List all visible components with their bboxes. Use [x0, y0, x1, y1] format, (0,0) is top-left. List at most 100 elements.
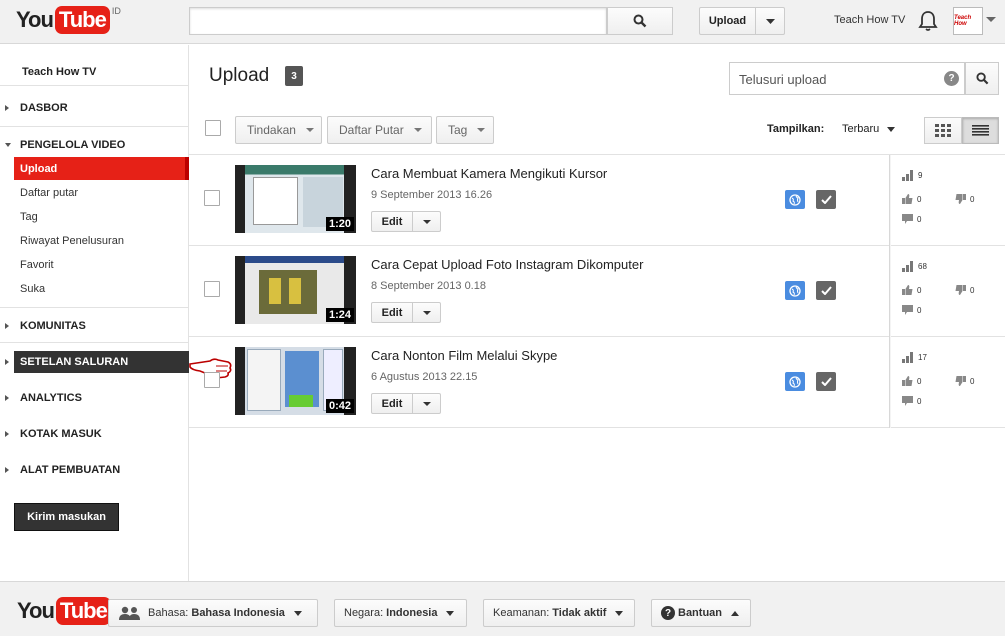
dislikes-count: 0 [970, 376, 975, 386]
video-thumbnail[interactable]: 1:20 [235, 165, 356, 233]
sidebar-divider [0, 126, 189, 127]
avatar[interactable]: Teach How [953, 7, 983, 35]
upload-dropdown-toggle[interactable] [756, 8, 784, 34]
help-icon[interactable]: ? [944, 71, 959, 86]
youtube-logo[interactable]: You Tube ID [16, 5, 121, 35]
tag-dropdown[interactable]: Tag [436, 116, 494, 144]
video-checkbox[interactable] [204, 281, 220, 297]
video-duration: 1:20 [325, 217, 354, 231]
select-all-checkbox[interactable] [205, 120, 221, 136]
search-input[interactable] [189, 7, 607, 35]
sidebar-item-channel-settings-label[interactable]: SETELAN SALURAN [14, 351, 189, 373]
search-icon [975, 72, 988, 85]
video-row: 0:42 Cara Nonton Film Melalui Skype 6 Ag… [189, 337, 1005, 428]
search-uploads-button[interactable] [965, 62, 999, 95]
footer-youtube-logo[interactable]: You Tube [17, 597, 111, 625]
sidebar-item-label: ALAT PEMBUATAN [20, 464, 121, 476]
views-count: 9 [918, 171, 923, 180]
sidebar-item-label: DASBOR [20, 102, 68, 114]
account-chevron-icon[interactable] [986, 17, 996, 22]
public-globe-icon[interactable] [785, 372, 805, 391]
comment-icon [902, 305, 913, 315]
video-title[interactable]: Cara Membuat Kamera Mengikuti Kursor [371, 166, 607, 181]
video-title[interactable]: Cara Cepat Upload Foto Instagram Dikompu… [371, 257, 643, 272]
public-globe-icon[interactable] [785, 190, 805, 209]
sidebar-item-creation-tools[interactable]: ALAT PEMBUATAN [0, 459, 189, 481]
edit-button[interactable]: Edit [371, 393, 441, 414]
video-title[interactable]: Cara Nonton Film Melalui Skype [371, 348, 557, 363]
edit-button-label: Edit [372, 303, 413, 322]
safety-mode-selector[interactable]: Keamanan: Tidak aktif [483, 599, 635, 627]
sidebar-item-dashboard[interactable]: DASBOR [0, 97, 189, 119]
sidebar-item-favorites[interactable]: Favorit [14, 253, 189, 276]
comments-stat: 0 [902, 305, 921, 315]
video-thumbnail[interactable]: 0:42 [235, 347, 356, 415]
video-duration: 1:24 [325, 308, 354, 322]
video-row: 1:24 Cara Cepat Upload Foto Instagram Di… [189, 246, 1005, 337]
stats-divider [889, 155, 890, 246]
public-globe-icon[interactable] [785, 281, 805, 300]
edit-dropdown-toggle[interactable] [413, 303, 440, 322]
views-count: 17 [918, 353, 927, 362]
edit-button[interactable]: Edit [371, 302, 441, 323]
send-feedback-button[interactable]: Kirim masukan [14, 503, 119, 531]
video-checkbox[interactable] [204, 190, 220, 206]
country-selector[interactable]: Negara: Indonesia [334, 599, 467, 627]
safety-value: Tidak aktif [552, 607, 607, 619]
edit-dropdown-toggle[interactable] [413, 394, 440, 413]
help-button[interactable]: ? Bantuan [651, 599, 751, 627]
upload-button[interactable]: Upload [699, 7, 785, 35]
logo-you-text: You [17, 598, 55, 623]
help-label: Bantuan [678, 607, 722, 619]
video-checkbox[interactable] [204, 372, 220, 388]
chevron-down-icon [615, 610, 624, 616]
sidebar-item-inbox[interactable]: KOTAK MASUK [0, 423, 189, 445]
sidebar-item-label: ANALYTICS [20, 392, 82, 404]
sort-dropdown[interactable]: Terbaru [842, 123, 896, 135]
sidebar-item-video-manager[interactable]: PENGELOLA VIDEO [0, 134, 189, 156]
sidebar-item-analytics[interactable]: ANALYTICS [0, 387, 189, 409]
playlist-dropdown[interactable]: Daftar Putar [327, 116, 432, 144]
people-icon [119, 606, 140, 620]
logo-region-label: ID [111, 6, 121, 16]
sidebar-item-tags[interactable]: Tag [14, 205, 189, 228]
check-icon [820, 195, 832, 204]
list-view-button[interactable] [962, 117, 999, 144]
sidebar-item-search-history[interactable]: Riwayat Penelusuran [14, 229, 189, 252]
edit-dropdown-toggle[interactable] [413, 212, 440, 231]
notification-bell-icon[interactable] [918, 10, 938, 32]
search-button[interactable] [607, 7, 673, 35]
sidebar-divider [0, 342, 189, 343]
chevron-down-icon [887, 126, 896, 132]
search-uploads-input[interactable]: Telusuri upload ? [729, 62, 965, 95]
video-thumbnail[interactable]: 1:24 [235, 256, 356, 324]
sidebar-item-label: PENGELOLA VIDEO [20, 139, 126, 151]
masthead: You Tube ID Upload Teach How TV Teach Ho… [0, 0, 1005, 44]
logo-you-text: You [16, 7, 54, 32]
expand-arrow-icon [5, 359, 9, 365]
sidebar-item-label: KOTAK MASUK [20, 428, 102, 440]
chevron-down-icon [305, 128, 314, 132]
language-selector[interactable]: Bahasa: Bahasa Indonesia [108, 599, 318, 627]
sidebar-item-likes[interactable]: Suka [14, 277, 189, 300]
thumbs-up-icon [902, 194, 913, 204]
edit-button[interactable]: Edit [371, 211, 441, 232]
actions-dropdown[interactable]: Tindakan [235, 116, 322, 144]
sidebar-item-upload[interactable]: Upload [14, 157, 189, 180]
chevron-down-icon [422, 401, 431, 406]
expand-arrow-icon [5, 431, 9, 437]
chevron-down-icon [413, 128, 422, 132]
sidebar-item-community[interactable]: KOMUNITAS [0, 315, 189, 337]
views-count: 68 [918, 262, 927, 271]
header-channel-name[interactable]: Teach How TV [834, 14, 905, 26]
comment-icon [902, 396, 913, 406]
video-date: 6 Agustus 2013 22.15 [371, 371, 478, 383]
thumbs-down-icon [955, 285, 966, 295]
list-icon [972, 125, 989, 136]
thumbs-up-icon [902, 376, 913, 386]
sidebar-channel-name[interactable]: Teach How TV [22, 66, 96, 78]
sidebar-item-playlists[interactable]: Daftar putar [14, 181, 189, 204]
dislikes-stat: 0 [955, 376, 974, 386]
sidebar: Teach How TV DASBOR PENGELOLA VIDEO Uplo… [0, 45, 189, 581]
grid-view-button[interactable] [924, 117, 962, 144]
